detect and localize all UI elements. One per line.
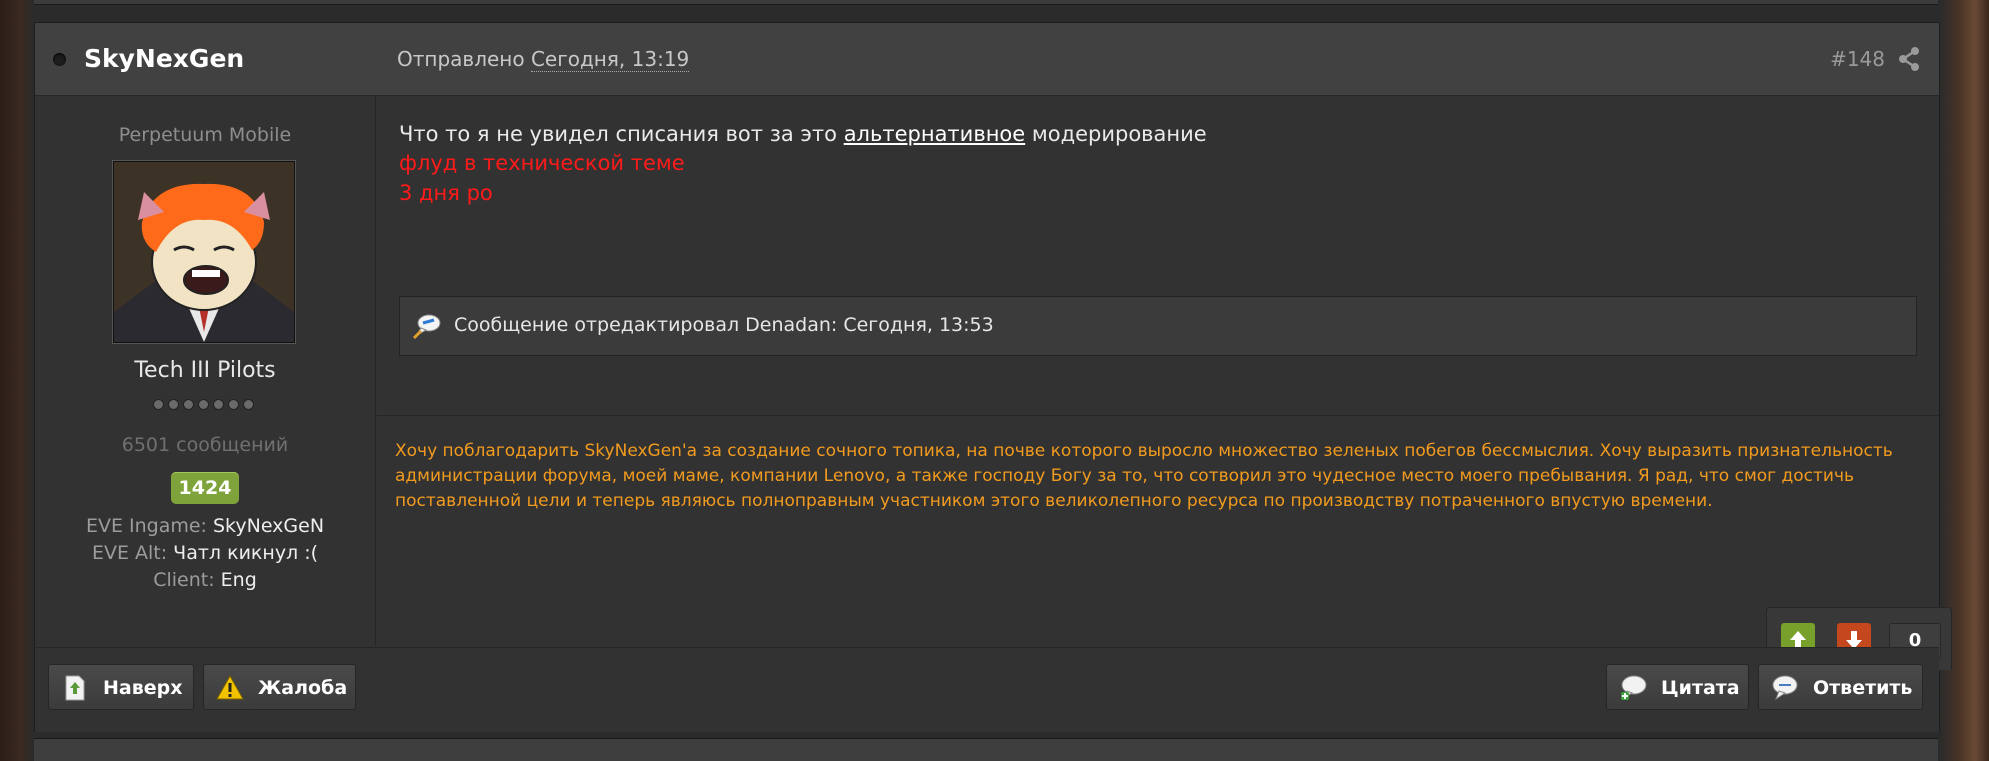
posts-count: 6501 сообщений (121, 434, 289, 456)
member-group: Tech III Pilots (134, 358, 276, 383)
field-label: Client: (153, 569, 215, 591)
forum-post: SkyNexGen Отправлено Сегодня, 13:19 #148… (34, 22, 1952, 732)
posted-timestamp: Отправлено Сегодня, 13:19 (397, 47, 690, 72)
posted-prefix: Отправлено (397, 47, 525, 71)
post-header: SkyNexGen Отправлено Сегодня, 13:19 #148 (35, 23, 1939, 96)
edit-note-icon (412, 314, 441, 340)
member-title: Perpetuum Mobile (118, 124, 292, 146)
next-post-edge (34, 738, 1938, 761)
client-field: Client: Eng (35, 569, 375, 591)
field-value: Чатл кикнул :( (173, 542, 319, 564)
rank-pip (153, 399, 164, 410)
reply-button[interactable]: Ответить (1758, 664, 1923, 710)
posted-date: Сегодня, 13:19 (530, 47, 690, 72)
rank-pip (183, 399, 194, 410)
share-icon[interactable] (1897, 46, 1921, 72)
eve-alt-field: EVE Alt: Чатл кикнул :( (35, 542, 375, 564)
quote-label: Цитата (1661, 677, 1740, 699)
back-to-top-label: Наверх (103, 677, 183, 699)
reply-label: Ответить (1813, 677, 1913, 699)
moderation-note-1: флуд в технической теме (399, 151, 685, 175)
post-text-before: Что то я не увидел списания вот за это (399, 122, 844, 146)
post-number-link[interactable]: #148 (1830, 47, 1885, 71)
field-label: EVE Alt: (91, 542, 168, 564)
page-up-icon (65, 675, 85, 701)
rank-pip (198, 399, 209, 410)
edit-notice: Сообщение отредактировал Denadan: Сегодн… (399, 296, 1917, 356)
previous-post-edge (34, 0, 1938, 5)
signature: Хочу поблагодарить SkyNexGen'a за создан… (395, 441, 1893, 511)
author-name-link[interactable]: SkyNexGen (84, 44, 244, 73)
post-text-line: Что то я не увидел списания вот за это а… (399, 122, 1207, 146)
quote-button[interactable]: Цитата (1606, 664, 1749, 710)
report-button[interactable]: Жалоба (203, 664, 356, 710)
post-text-after: модерирование (1025, 122, 1207, 146)
report-label: Жалоба (258, 677, 348, 699)
warning-icon (216, 674, 244, 700)
back-to-top-button[interactable]: Наверх (48, 664, 194, 710)
post-controls: Наверх Жалоба Цитата Ответить (35, 647, 1939, 732)
rank-pip (243, 399, 254, 410)
reply-bubble-icon (1772, 675, 1798, 701)
eve-ingame-field: EVE Ingame: SkyNexGeN (35, 515, 375, 537)
rank-pip (213, 399, 224, 410)
field-value: SkyNexGeN (212, 515, 325, 537)
rank-pip (168, 399, 179, 410)
post-body: Что то я не увидел списания вот за это а… (377, 96, 1939, 646)
field-value: Eng (220, 569, 257, 591)
moderation-note-2: 3 дня ро (399, 181, 493, 205)
rank-pip (228, 399, 239, 410)
reputation-badge: 1424 (171, 472, 239, 504)
signature-divider (377, 415, 1939, 416)
rank-pips (153, 399, 254, 410)
avatar[interactable] (113, 161, 295, 343)
quote-bubble-icon (1621, 675, 1647, 700)
edit-note-text: Сообщение отредактировал Denadan: Сегодн… (454, 314, 994, 336)
offline-status-icon (53, 53, 66, 66)
author-sidebar: Perpetuum Mobile Tech III Pilots 6501 со… (35, 96, 376, 646)
avatar-image (114, 162, 294, 342)
field-label: EVE Ingame: (85, 515, 207, 537)
post-link[interactable]: альтернативное (844, 122, 1026, 146)
